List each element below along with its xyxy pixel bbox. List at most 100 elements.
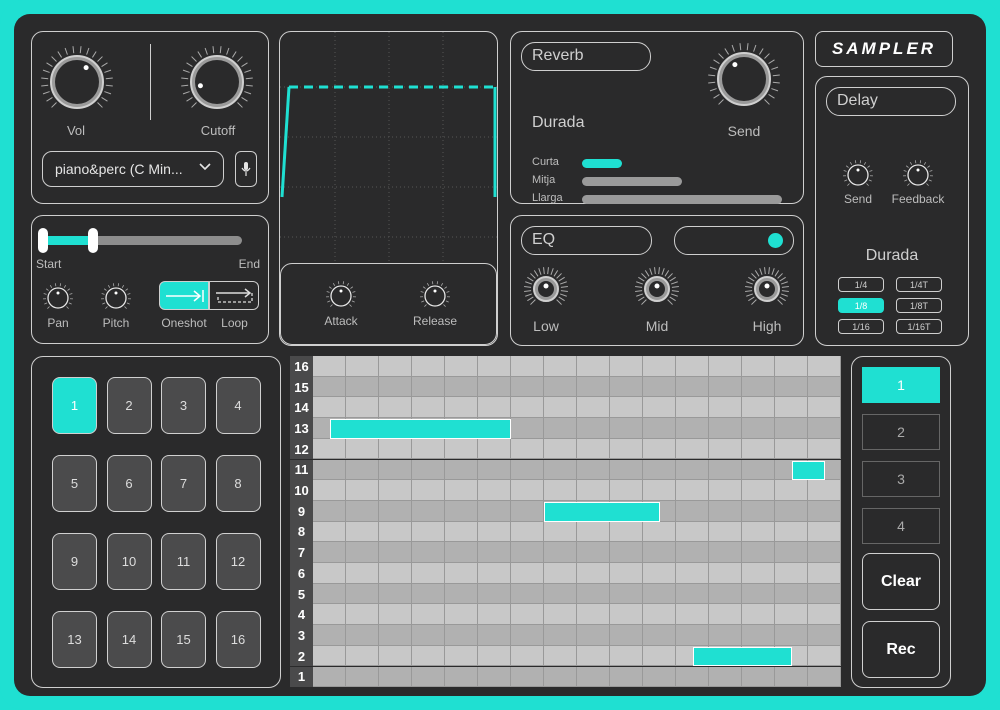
sequencer-cell[interactable] [610, 625, 643, 646]
sequencer-cell[interactable] [643, 542, 676, 563]
sequencer-cell[interactable] [808, 583, 841, 605]
sequencer-cell[interactable] [610, 397, 643, 419]
sequencer-cell[interactable] [511, 480, 544, 501]
rec-button[interactable]: Rec [862, 621, 940, 678]
sequencer-cell[interactable] [709, 459, 742, 481]
sequencer-cell[interactable] [544, 521, 577, 543]
sequencer-cell[interactable] [643, 418, 676, 439]
sequencer-cell[interactable] [610, 438, 643, 460]
sequencer-cell[interactable] [742, 625, 775, 646]
sequencer-cell[interactable] [577, 563, 610, 584]
sequencer-cell[interactable] [511, 459, 544, 481]
sequencer-cell[interactable] [577, 583, 610, 605]
sequencer-cell[interactable] [709, 480, 742, 501]
sequencer-cell[interactable] [775, 356, 808, 377]
sequencer-cell[interactable] [577, 438, 610, 460]
sequencer-cell[interactable] [346, 583, 379, 605]
sequencer-cell[interactable] [676, 542, 709, 563]
sequencer-cell[interactable] [478, 397, 511, 419]
delay-division-button[interactable]: 1/16 [838, 319, 884, 334]
sequencer-cell[interactable] [544, 542, 577, 563]
sequencer-cell[interactable] [643, 521, 676, 543]
sequencer-cell[interactable] [676, 625, 709, 646]
sequencer-cell[interactable] [346, 604, 379, 626]
sequencer-cell[interactable] [742, 583, 775, 605]
sequencer-cell[interactable] [544, 459, 577, 481]
delay-division-button[interactable]: 1/4 [838, 277, 884, 292]
sequencer-cell[interactable] [808, 542, 841, 563]
sequencer-cell[interactable] [313, 521, 346, 543]
sequencer-cell[interactable] [610, 645, 643, 667]
sequencer-cell[interactable] [742, 418, 775, 439]
sequencer-cell[interactable] [676, 418, 709, 439]
pattern-button[interactable]: 2 [862, 414, 940, 450]
sequencer-cell[interactable] [379, 438, 412, 460]
sequencer-cell[interactable] [511, 583, 544, 605]
start-handle[interactable] [38, 228, 48, 253]
sequencer-cell[interactable] [577, 480, 610, 501]
sequencer-note[interactable] [692, 646, 792, 667]
sequencer-cell[interactable] [709, 376, 742, 398]
delay-division-button[interactable]: 1/16T [896, 319, 942, 334]
sequencer-cell[interactable] [445, 563, 478, 584]
envelope-display[interactable] [280, 32, 497, 262]
oneshot-button[interactable] [159, 281, 209, 310]
sequencer-cell[interactable] [445, 376, 478, 398]
reverb-option-bar[interactable] [582, 159, 622, 168]
sequencer-cell[interactable] [379, 604, 412, 626]
sequencer-cell[interactable] [808, 604, 841, 626]
pitch-knob[interactable] [100, 282, 132, 319]
loop-button[interactable] [209, 281, 259, 310]
sequencer-cell[interactable] [577, 666, 610, 688]
sequencer-cell[interactable] [808, 397, 841, 419]
delay-feedback-knob[interactable] [902, 159, 934, 196]
sequencer-cell[interactable] [478, 376, 511, 398]
sequencer-cell[interactable] [511, 356, 544, 377]
delay-send-knob[interactable] [842, 159, 874, 196]
sequencer-cell[interactable] [577, 459, 610, 481]
sequencer-cell[interactable] [544, 666, 577, 688]
sequencer-cell[interactable] [775, 666, 808, 688]
pad-button[interactable]: 1 [52, 377, 97, 434]
sequencer-cell[interactable] [643, 480, 676, 501]
sequencer-cell[interactable] [511, 376, 544, 398]
sequencer-cell[interactable] [445, 480, 478, 501]
sequencer-cell[interactable] [643, 604, 676, 626]
sequencer-cell[interactable] [808, 376, 841, 398]
pad-button[interactable]: 6 [106, 455, 152, 512]
sequencer-cell[interactable] [775, 625, 808, 646]
sequencer-cell[interactable] [379, 376, 412, 398]
sequencer-cell[interactable] [544, 583, 577, 605]
sequencer-cell[interactable] [412, 356, 445, 377]
sequencer-cell[interactable] [808, 480, 841, 501]
sequencer-cell[interactable] [346, 521, 379, 543]
sequencer-cell[interactable] [379, 521, 412, 543]
sequencer-cell[interactable] [445, 666, 478, 688]
sequencer-cell[interactable] [412, 666, 445, 688]
sequencer-cell[interactable] [808, 666, 841, 688]
sequencer-cell[interactable] [313, 604, 346, 626]
sequencer-cell[interactable] [445, 625, 478, 646]
sequencer-cell[interactable] [676, 583, 709, 605]
sequencer-cell[interactable] [379, 666, 412, 688]
sequencer-cell[interactable] [610, 376, 643, 398]
sequencer-cell[interactable] [379, 563, 412, 584]
sequencer-cell[interactable] [511, 500, 544, 522]
sequencer-cell[interactable] [610, 666, 643, 688]
sequencer-cell[interactable] [511, 542, 544, 563]
sequencer-cell[interactable] [610, 583, 643, 605]
sequencer-cell[interactable] [643, 356, 676, 377]
sequencer-cell[interactable] [808, 500, 841, 522]
sequencer-cell[interactable] [445, 459, 478, 481]
sequencer-cell[interactable] [379, 397, 412, 419]
sequencer-cell[interactable] [577, 356, 610, 377]
sequencer-cell[interactable] [577, 645, 610, 667]
sequencer-cell[interactable] [379, 645, 412, 667]
sequencer-cell[interactable] [643, 666, 676, 688]
sequencer-cell[interactable] [709, 356, 742, 377]
sequencer-cell[interactable] [478, 583, 511, 605]
sequencer-cell[interactable] [742, 397, 775, 419]
sequencer-cell[interactable] [742, 356, 775, 377]
pad-button[interactable]: 16 [215, 611, 261, 668]
pad-button[interactable]: 14 [106, 611, 152, 668]
